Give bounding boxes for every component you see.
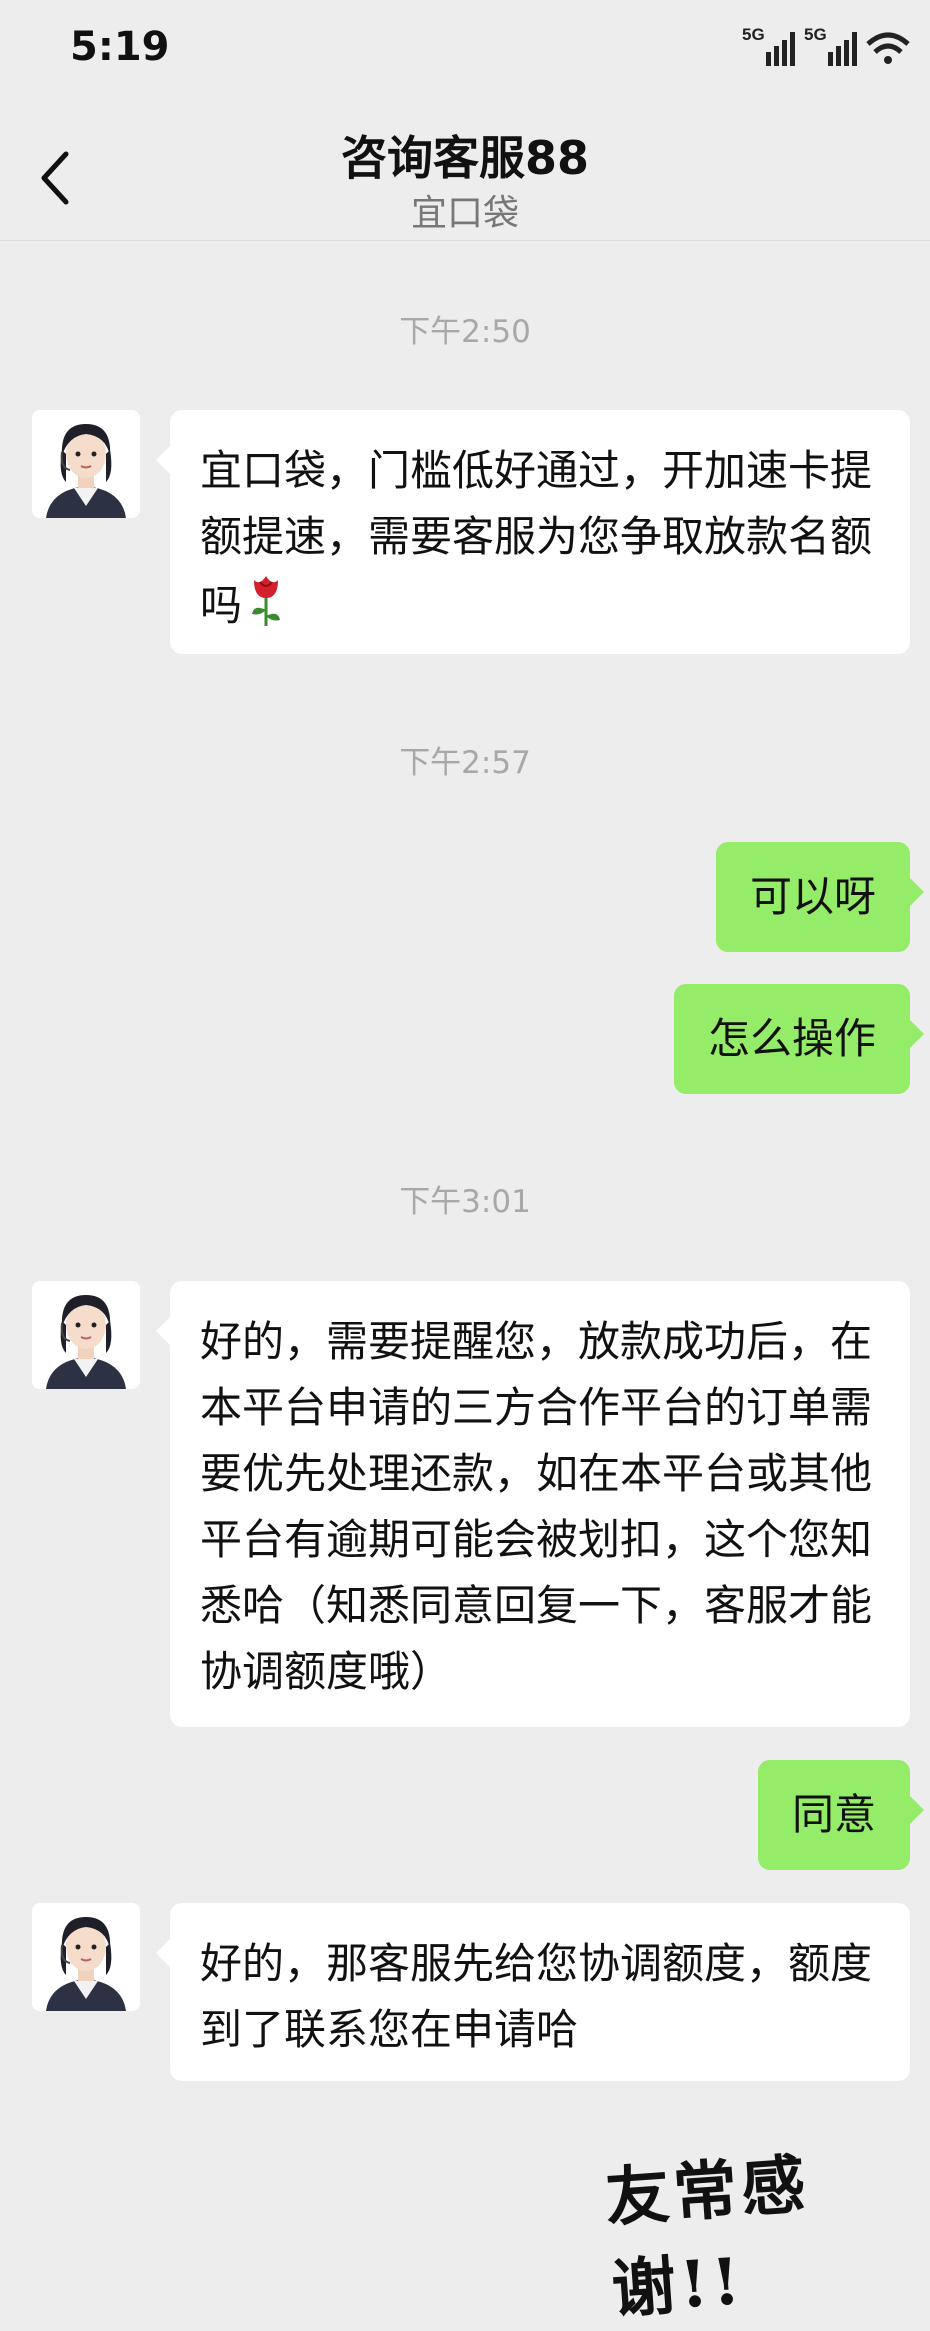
handwritten-overlay-text: 友常感谢!! [602, 2147, 812, 2329]
agent-avatar[interactable] [32, 1903, 140, 2011]
message-bubble-received[interactable]: 好的，那客服先给您协调额度，额度到了联系您在申请哈 [156, 1903, 910, 2081]
agent-avatar[interactable] [32, 410, 140, 518]
message-timestamp: 下午2:57 [399, 745, 531, 781]
agent-avatar[interactable] [32, 1281, 140, 1389]
agent-avatar-image [32, 1281, 140, 1389]
message-text: 可以呀 [749, 872, 876, 921]
message-text: 好的，需要提醒您，放款成功后，在本平台申请的三方合作平台的订单需要优先处理还款，… [200, 1317, 873, 1696]
message-bubble-sent[interactable]: 同意 [757, 1760, 925, 1870]
chat-subtitle: 宜口袋 [410, 193, 519, 234]
message-text: 宜口袋，门槛低好通过，开加速卡提额提速，需要客服为您争取放款名额吗 [200, 446, 873, 630]
message-text: 同意 [791, 1790, 876, 1839]
message-timestamp: 下午3:01 [399, 1184, 531, 1220]
message-bubble-received[interactable]: 好的，需要提醒您，放款成功后，在本平台申请的三方合作平台的订单需要优先处理还款，… [156, 1281, 910, 1727]
message-text: 怎么操作 [707, 1014, 876, 1063]
status-time: 5:19 [70, 24, 170, 70]
chat-title: 咨询客服88 [340, 131, 589, 185]
message-timestamp: 下午2:50 [399, 314, 531, 350]
rose-emoji-icon [246, 570, 286, 647]
agent-avatar-image [32, 1903, 140, 2011]
status-icons: 5G 5G [740, 22, 920, 72]
status-bar: 5:19 5G 5G [0, 0, 930, 100]
message-text: 好的，那客服先给您协调额度，额度到了联系您在申请哈 [200, 1939, 873, 2054]
svg-text:5G: 5G [742, 25, 765, 44]
message-bubble-sent[interactable]: 怎么操作 [673, 984, 925, 1094]
signal-icon: 5G 5G [742, 25, 910, 66]
message-bubble-received[interactable]: 宜口袋，门槛低好通过，开加速卡提额提速，需要客服为您争取放款名额吗 [156, 410, 910, 654]
nav-bar: 咨询客服88 宜口袋 [0, 100, 930, 241]
message-bubble-sent[interactable]: 可以呀 [715, 842, 925, 952]
agent-avatar-image [32, 410, 140, 518]
svg-text:5G: 5G [804, 25, 827, 44]
